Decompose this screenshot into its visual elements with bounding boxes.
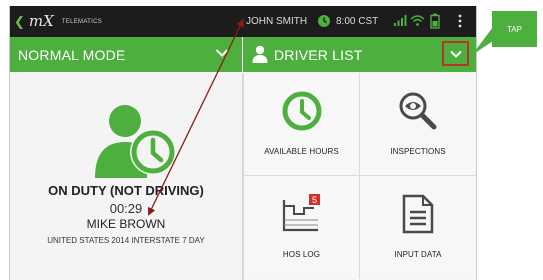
annotation-arrow [148,18,244,216]
